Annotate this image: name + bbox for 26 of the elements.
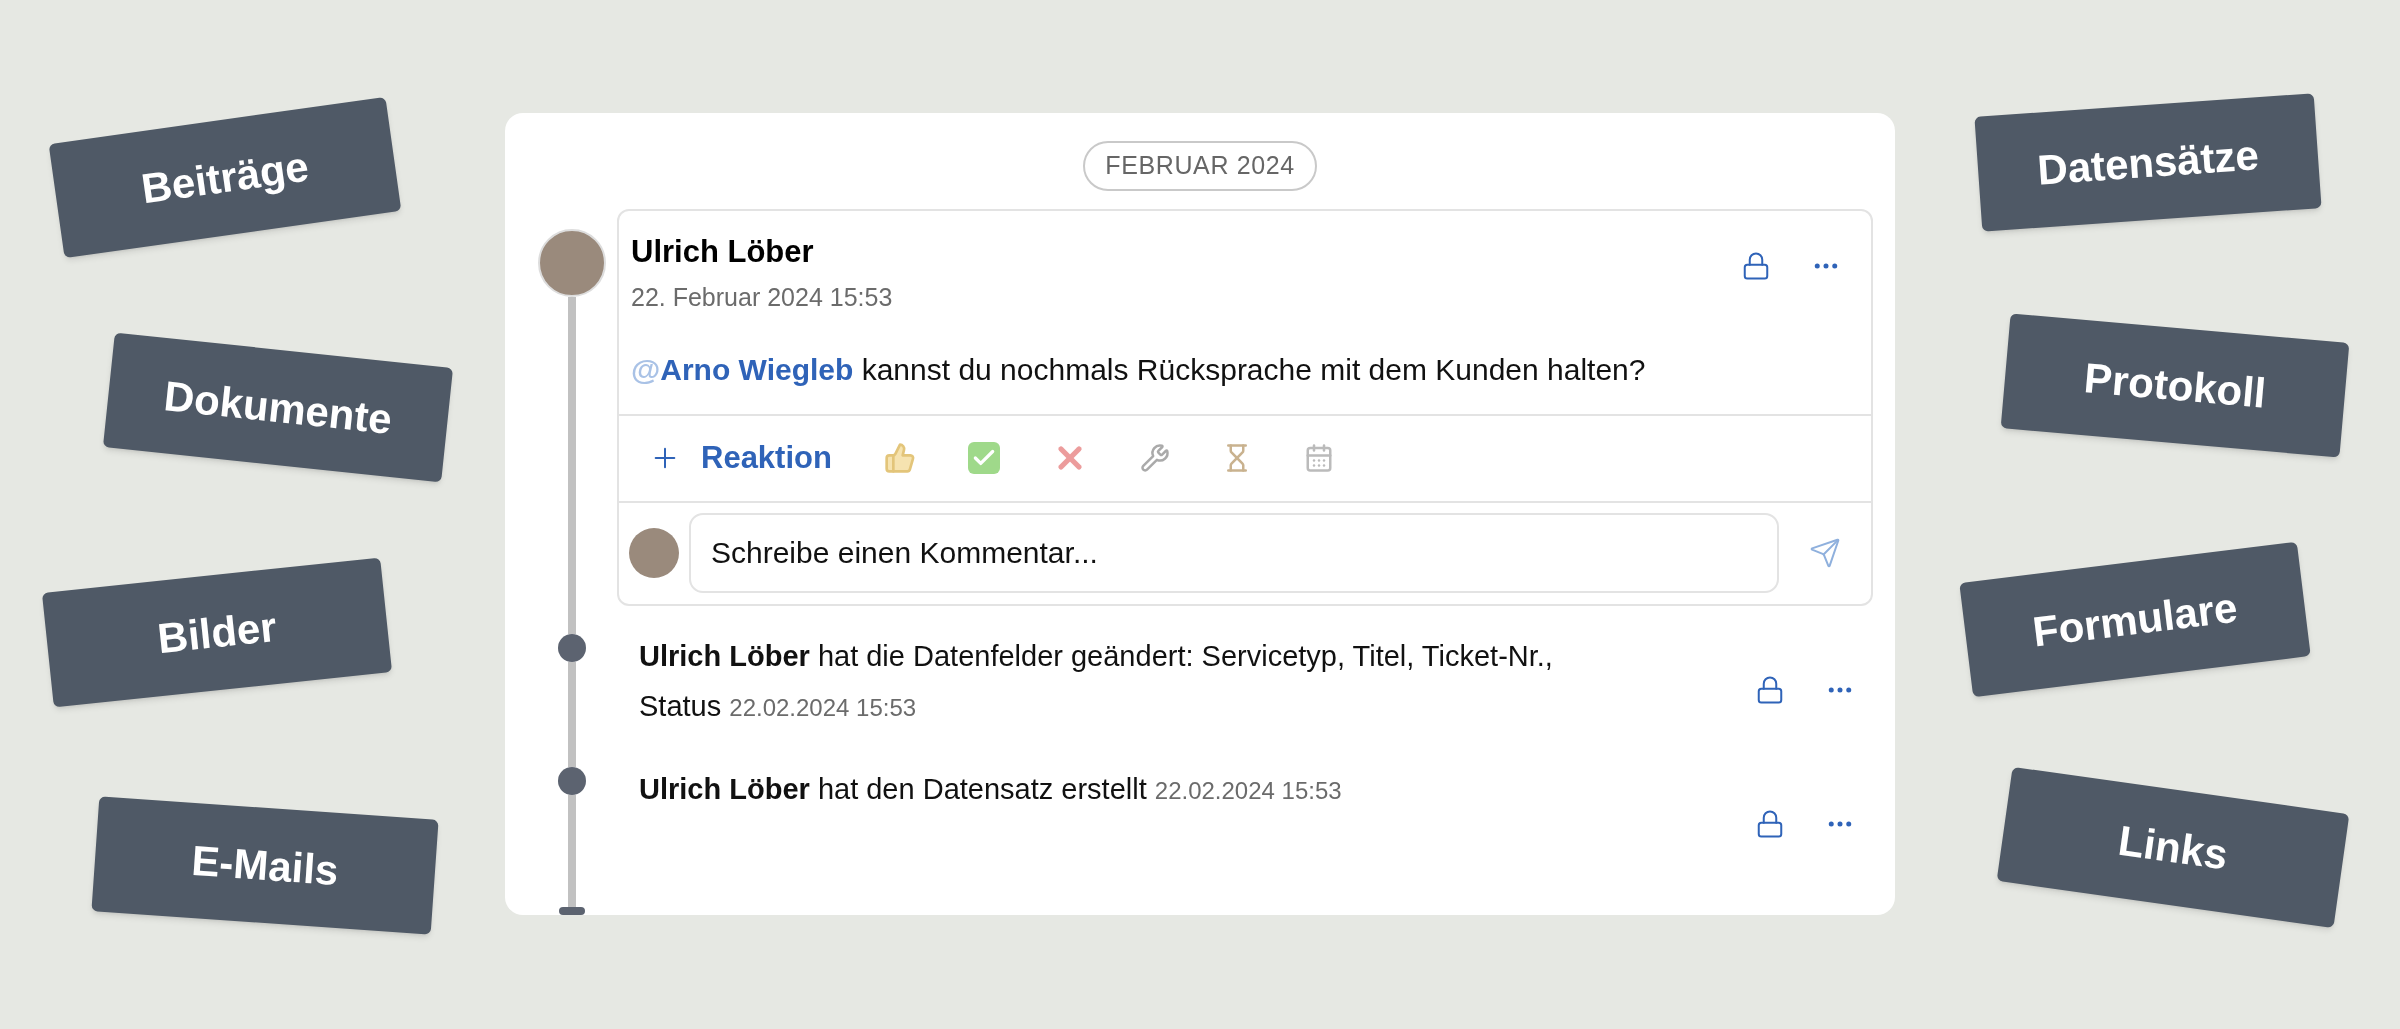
tag-label: Datensätze xyxy=(1974,93,2322,232)
month-badge: FEBRUAR 2024 xyxy=(1083,141,1317,191)
tag-label: E-Mails xyxy=(91,796,439,935)
tag-label: Formulare xyxy=(1959,541,2311,698)
tag-label: Beiträge xyxy=(48,96,402,259)
calendar-icon[interactable] xyxy=(1303,443,1334,473)
lock-icon[interactable] xyxy=(1755,674,1785,705)
timeline-end-cap xyxy=(559,907,585,915)
lock-icon[interactable] xyxy=(1755,808,1785,839)
avatar xyxy=(629,528,679,578)
tag-label: Links xyxy=(1996,766,2350,929)
post-message: @Arno Wiegleb kannst du nochmals Rücksprache mit dem Kunden halten? xyxy=(631,351,1647,388)
post-date: 22. Februar 2024 15:53 xyxy=(631,282,894,313)
wrench-icon[interactable] xyxy=(1139,443,1170,473)
tag-label: Bilder xyxy=(41,557,393,708)
tag-label: Dokumente xyxy=(102,332,454,483)
lock-icon[interactable] xyxy=(1741,250,1771,281)
check-icon[interactable] xyxy=(967,442,1000,474)
author-name: Ulrich Löber xyxy=(631,232,815,271)
event-text: Ulrich Löber hat den Datensatz erstellt 22.02.2024 15:53 xyxy=(639,772,1343,808)
mention-link[interactable]: @Arno Wiegleb xyxy=(631,352,854,386)
comment-input[interactable]: Schreibe einen Kommentar... xyxy=(689,513,1779,593)
event-text: Ulrich Löber hat die Datenfelder geändert: Servicetyp, Titel, Ticket-Nr., Status 22.02.2024 15:53 xyxy=(639,638,1554,724)
thumbs-up-icon[interactable] xyxy=(883,442,916,474)
add-reaction-button[interactable]: Reaktion xyxy=(649,434,832,482)
tag-label: Protokoll xyxy=(2000,313,2350,458)
